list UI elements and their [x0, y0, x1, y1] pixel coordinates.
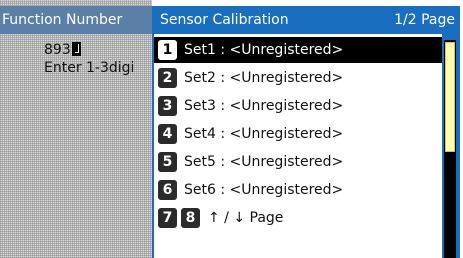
- page-nav-label: ↑ / ↓ Page: [208, 210, 284, 226]
- list-item-label: Set6 : <Unregistered>: [184, 182, 344, 198]
- page-indicator: 1/2 Page: [394, 12, 455, 28]
- dialog-header: Sensor Calibration 1/2 Page: [152, 6, 460, 34]
- function-number-value: 893: [44, 42, 71, 58]
- list-item-set2[interactable]: 2 Set2 : <Unregistered>: [154, 65, 442, 91]
- list-item-set5[interactable]: 5 Set5 : <Unregistered>: [154, 149, 442, 175]
- list-item-label: Set1 : <Unregistered>: [184, 42, 344, 58]
- number-key-6-icon: 6: [158, 180, 177, 200]
- number-key-8-icon[interactable]: 8: [181, 208, 200, 228]
- list-item-label: Set4 : <Unregistered>: [184, 126, 344, 142]
- background-panel: [0, 0, 152, 258]
- function-number-entry: 893: [44, 42, 81, 58]
- list-item-set3[interactable]: 3 Set3 : <Unregistered>: [154, 93, 442, 119]
- function-number-hint: Enter 1-3digi: [44, 60, 135, 76]
- list-item-label: Set5 : <Unregistered>: [184, 154, 344, 170]
- number-key-7-icon[interactable]: 7: [158, 208, 177, 228]
- list-item-set1[interactable]: 1 Set1 : <Unregistered>: [154, 37, 442, 63]
- number-key-5-icon: 5: [158, 152, 177, 172]
- number-key-4-icon: 4: [158, 124, 177, 144]
- function-number-header: Function Number: [0, 6, 154, 34]
- input-cursor-icon: [71, 42, 81, 56]
- sensor-calibration-dialog: Sensor Calibration 1/2 Page 1 Set1 : <Un…: [152, 6, 460, 258]
- number-key-2-icon: 2: [158, 68, 177, 88]
- dialog-title: Sensor Calibration: [160, 12, 289, 28]
- scrollbar-thumb[interactable]: [445, 42, 455, 152]
- list-item-label: Set2 : <Unregistered>: [184, 70, 344, 86]
- number-key-1-icon: 1: [158, 40, 177, 60]
- number-key-3-icon: 3: [158, 96, 177, 116]
- calibration-list: 1 Set1 : <Unregistered> 2 Set2 : <Unregi…: [154, 34, 442, 258]
- page-nav-row[interactable]: 7 8 ↑ / ↓ Page: [154, 205, 442, 231]
- list-item-label: Set3 : <Unregistered>: [184, 98, 344, 114]
- list-item-set6[interactable]: 6 Set6 : <Unregistered>: [154, 177, 442, 203]
- list-item-set4[interactable]: 4 Set4 : <Unregistered>: [154, 121, 442, 147]
- scrollbar-track[interactable]: [444, 40, 456, 258]
